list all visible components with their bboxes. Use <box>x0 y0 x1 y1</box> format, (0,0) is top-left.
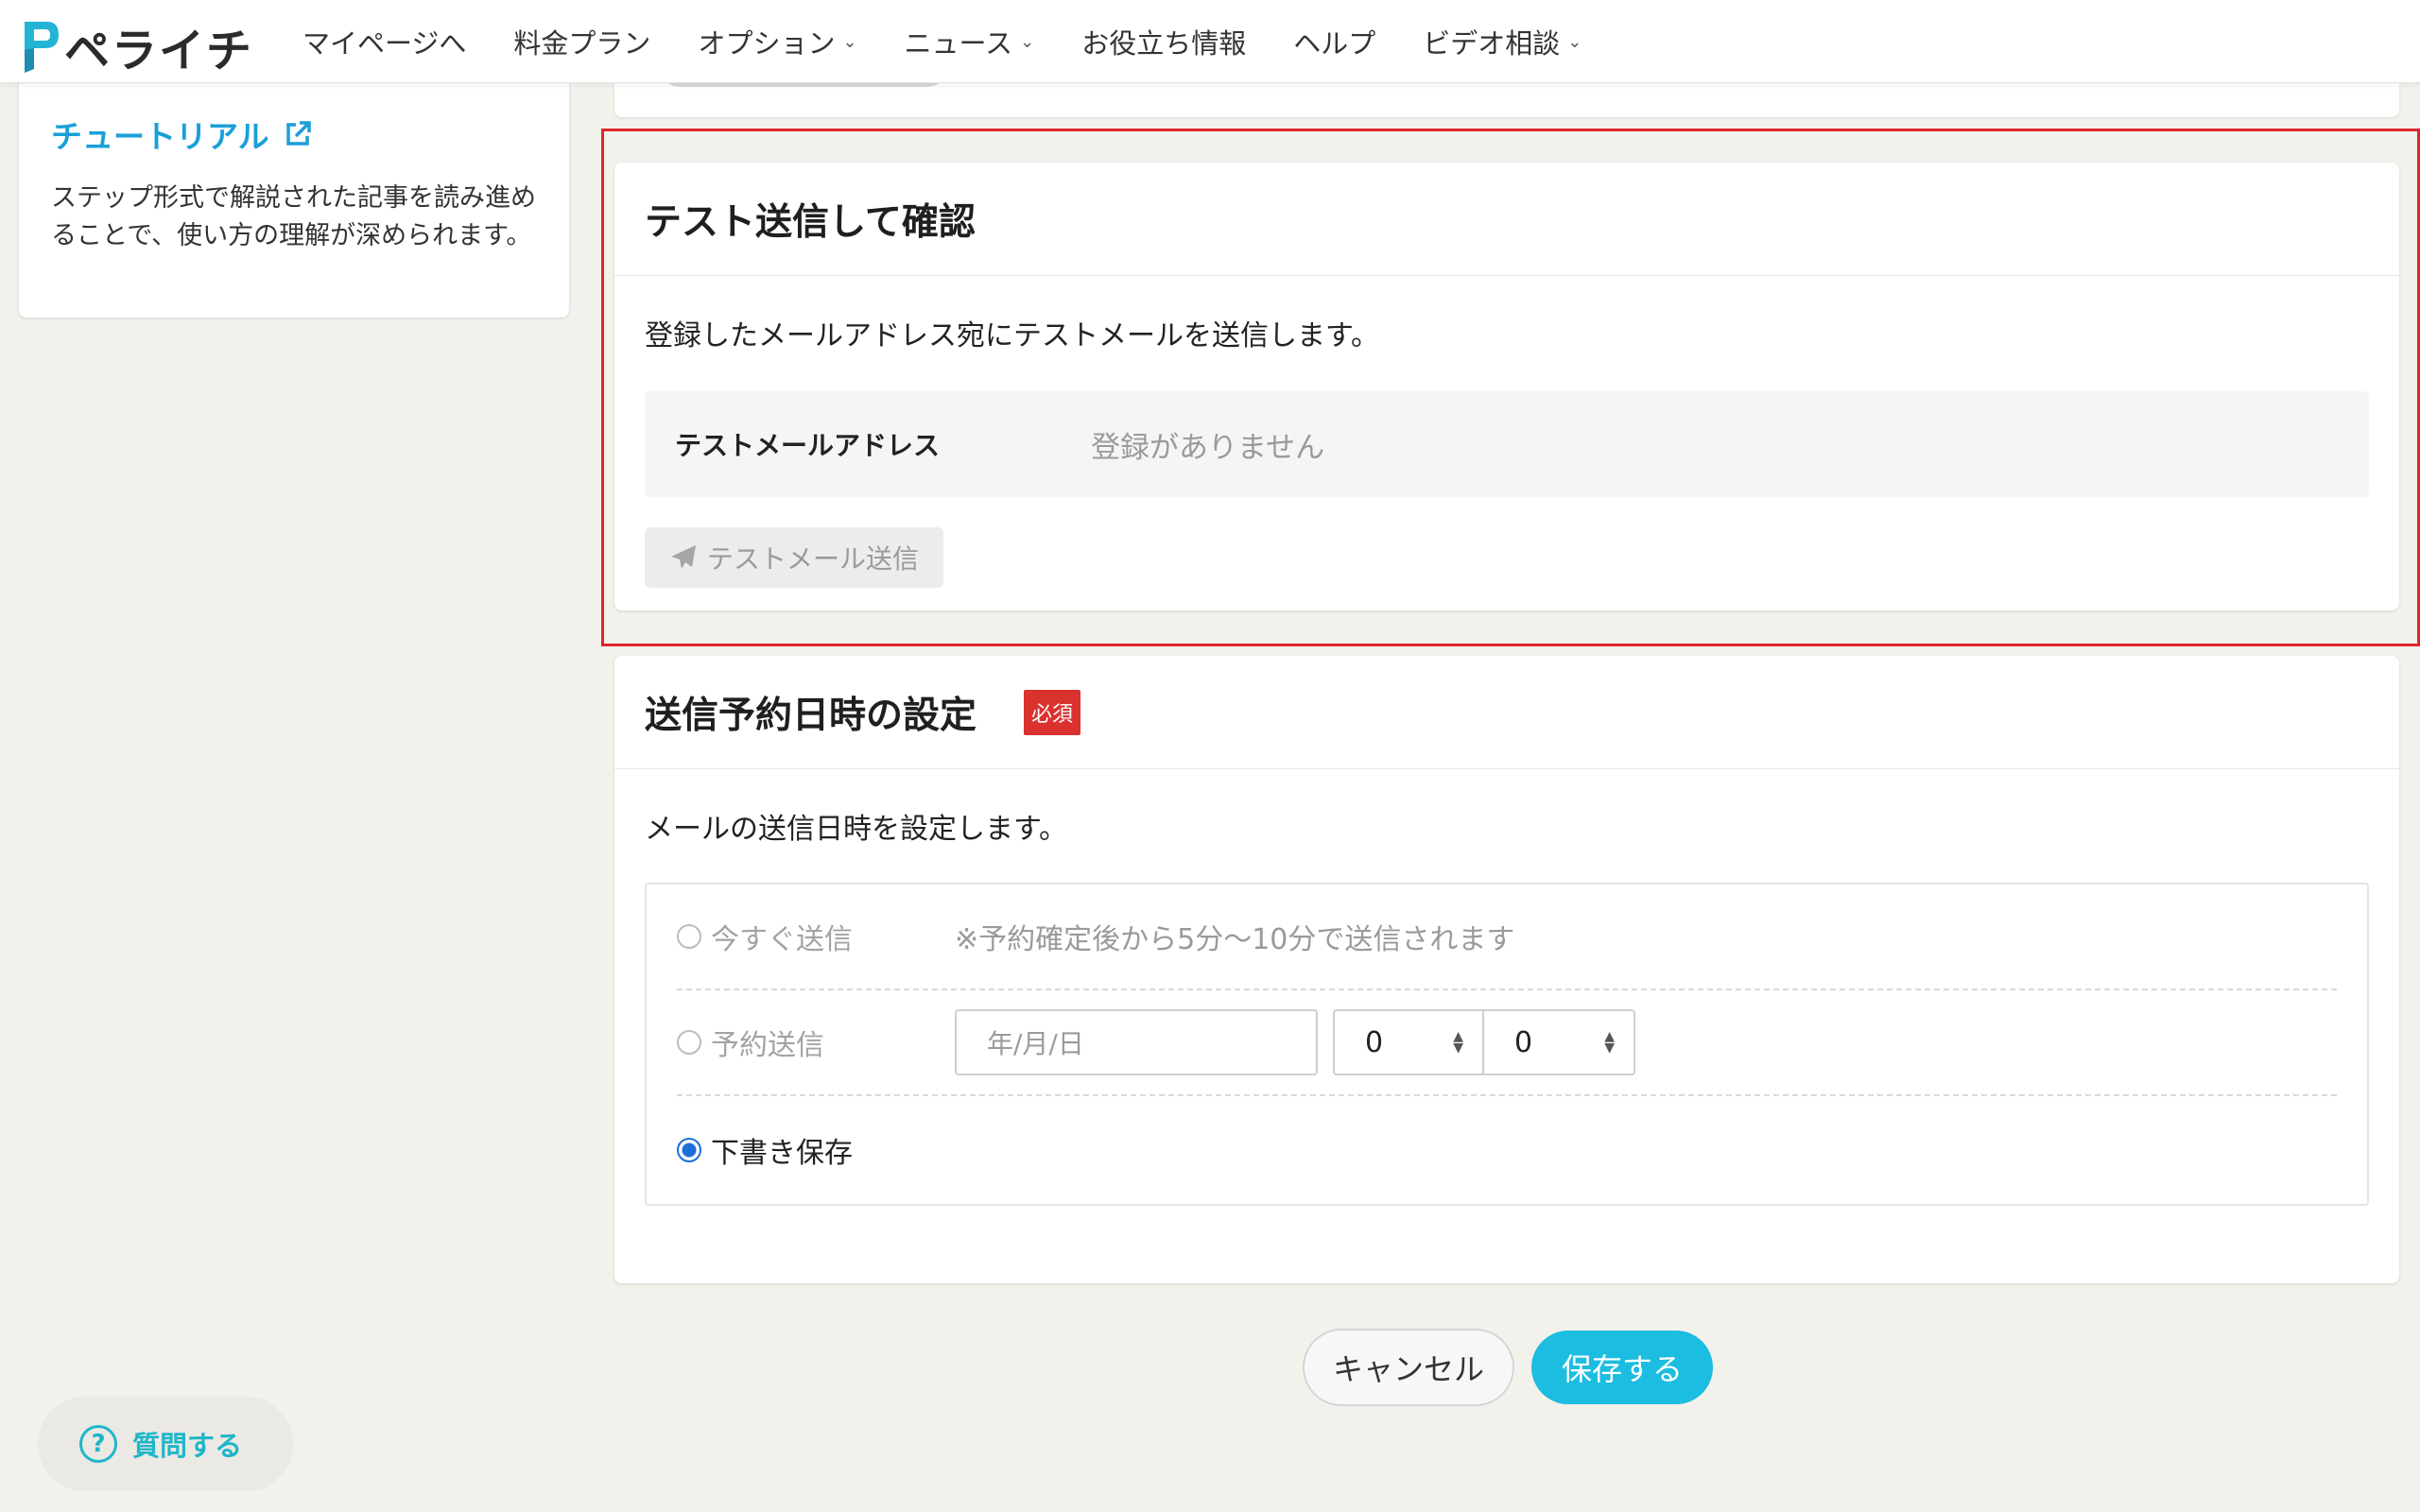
draft-radio[interactable] <box>677 1138 701 1162</box>
updown-arrows-icon: ▲ ▼ <box>1604 1029 1615 1056</box>
question-icon: ? <box>79 1425 117 1463</box>
cancel-button[interactable]: キャンセル <box>1303 1329 1514 1406</box>
schedule-header: 送信予約日時の設定 必須 <box>614 656 2399 769</box>
updown-arrows-icon: ▲ ▼ <box>1453 1029 1463 1056</box>
tutorial-card: チュートリアル ステップ形式で解説された記事を読み進めることで、使い方の理解が深… <box>19 83 569 318</box>
save-button[interactable]: 保存する <box>1531 1331 1713 1404</box>
nav-label: ビデオ相談 <box>1423 27 1561 60</box>
test-send-description: 登録したメールアドレス宛にテストメールを送信します。 <box>645 319 1379 352</box>
chevron-down-icon: ⌄ <box>1020 31 1035 52</box>
nav-options[interactable]: オプション ⌄ <box>698 22 856 61</box>
hour-select[interactable]: 0 ▲ ▼ <box>1333 1009 1484 1075</box>
nav-useful-info[interactable]: お役立ち情報 <box>1081 22 1246 61</box>
logo-text: ペライチ <box>64 25 254 77</box>
chevron-down-icon: ⌄ <box>1567 31 1582 52</box>
date-input[interactable]: 年/月/日 <box>955 1009 1318 1075</box>
nav-pricing[interactable]: 料金プラン <box>513 22 650 61</box>
schedule-title: 送信予約日時の設定 <box>645 694 977 737</box>
test-email-label: テストメールアドレス <box>675 430 941 461</box>
send-test-email-label: テストメール送信 <box>707 543 920 575</box>
minute-value: 0 <box>1514 1025 1533 1059</box>
hour-value: 0 <box>1365 1025 1384 1059</box>
send-now-note: ※予約確定後から5分〜10分で送信されます <box>955 923 1515 956</box>
tutorial-description: ステップ形式で解説された記事を読み進めることで、使い方の理解が深められます。 <box>51 183 536 250</box>
logo-mark-icon <box>19 18 60 75</box>
test-send-title: テスト送信して確認 <box>645 200 976 244</box>
external-link-icon <box>285 121 311 146</box>
send-now-radio[interactable] <box>677 924 701 949</box>
nav-label: マイページへ <box>302 27 467 60</box>
option-send-now: 今すぐ送信 ※予約確定後から5分〜10分で送信されます <box>677 885 2337 990</box>
chevron-down-icon: ⌄ <box>842 31 857 52</box>
nav-news[interactable]: ニュース ⌄ <box>905 22 1035 61</box>
peraichi-logo[interactable]: ペライチ <box>19 13 253 79</box>
schedule-options: 今すぐ送信 ※予約確定後から5分〜10分で送信されます 予約送信 年/月/日 0… <box>645 883 2369 1206</box>
nav-label: 料金プラン <box>513 27 651 60</box>
top-header: ペライチ マイページへ 料金プラン オプション ⌄ ニュース ⌄ お役立ち情報 ヘル… <box>0 0 2420 83</box>
reserve-radio[interactable] <box>677 1030 701 1055</box>
minute-select[interactable]: 0 ▲ ▼ <box>1484 1009 1635 1075</box>
paper-plane-icon <box>671 545 696 569</box>
send-now-label[interactable]: 今すぐ送信 <box>711 916 955 957</box>
test-send-card: テスト送信して確認 登録したメールアドレス宛にテストメールを送信します。 テスト… <box>614 163 2399 610</box>
draft-label[interactable]: 下書き保存 <box>711 1129 955 1171</box>
test-email-row: テストメールアドレス 登録がありません <box>645 391 2369 497</box>
nav-mypage[interactable]: マイページへ <box>302 22 466 61</box>
test-email-value: 登録がありません <box>1091 430 1325 465</box>
nav-label: オプション <box>698 27 836 60</box>
schedule-description: メールの送信日時を設定します。 <box>645 813 1067 846</box>
test-send-header: テスト送信して確認 <box>614 163 2399 276</box>
required-badge: 必須 <box>1024 689 1081 735</box>
nav-help[interactable]: ヘルプ <box>1293 22 1375 61</box>
send-test-email-button[interactable]: テストメール送信 <box>645 527 944 588</box>
tutorial-link[interactable]: チュートリアル <box>51 112 537 157</box>
schedule-card: 送信予約日時の設定 必須 メールの送信日時を設定します。 今すぐ送信 ※予約確定… <box>614 656 2399 1283</box>
nav-video-consult[interactable]: ビデオ相談 ⌄ <box>1423 22 1582 61</box>
tutorial-link-label: チュートリアル <box>51 118 269 155</box>
option-draft: 下書き保存 <box>677 1096 2337 1204</box>
nav-label: お役立ち情報 <box>1081 27 1247 60</box>
previous-section-card <box>614 83 2399 117</box>
ask-question-button[interactable]: ? 質問する <box>38 1397 293 1491</box>
main-nav: マイページへ 料金プラン オプション ⌄ ニュース ⌄ お役立ち情報 ヘルプ ビデオ… <box>302 0 1629 83</box>
reserve-label[interactable]: 予約送信 <box>711 1022 955 1063</box>
nav-label: ニュース <box>904 27 1013 60</box>
ask-question-label: 質問する <box>132 1430 243 1462</box>
option-reserve: 予約送信 年/月/日 0 ▲ ▼ 0 ▲ ▼ <box>677 990 2337 1096</box>
nav-label: ヘルプ <box>1293 27 1376 60</box>
